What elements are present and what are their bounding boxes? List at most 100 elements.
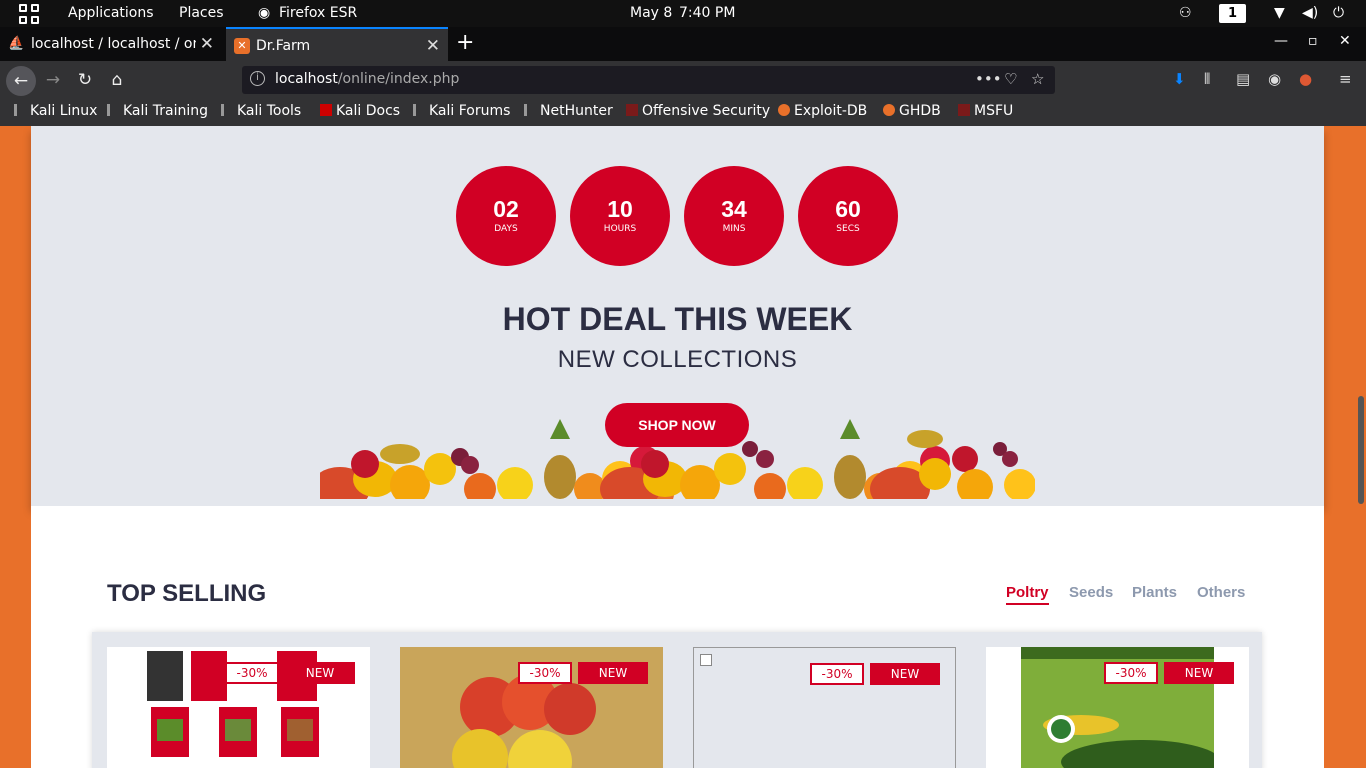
bookmark-kali-tools[interactable]: Kali Tools [221,103,301,119]
product-card[interactable]: -30% NEW [107,647,370,768]
volume-icon[interactable]: ◀) [1302,5,1318,21]
bookmark-nethunter[interactable]: NetHunter [524,103,613,119]
people-icon[interactable]: ⚇ [1179,5,1192,21]
nethunter-icon [524,104,536,116]
applications-menu[interactable]: Applications [68,5,154,21]
bookmark-exploit-db[interactable]: Exploit-DB [778,103,867,119]
xampp-icon: ✕ [234,38,250,54]
kali-icon [221,104,233,116]
close-tab-icon[interactable]: ✕ [426,36,440,56]
reload-icon[interactable]: ↻ [72,68,98,94]
countdown-value: 34 [721,196,747,222]
scrollbar-thumb[interactable] [1358,396,1364,504]
bookmark-kali-docs[interactable]: Kali Docs [320,103,400,119]
menu-icon[interactable]: ≡ [1339,70,1352,88]
bookmark-star-icon[interactable]: ☆ [1031,70,1044,88]
tab-drfarm[interactable]: ✕ Dr.Farm ✕ [226,27,448,61]
offsec-icon [626,104,638,116]
discount-badge: -30% [1104,662,1158,684]
new-badge: NEW [285,662,355,684]
shop-now-button[interactable]: SHOP NOW [605,403,749,447]
section-title: TOP SELLING [107,580,267,607]
phpmyadmin-icon: ⛵ [8,36,25,51]
tab-label: Dr.Farm [256,38,311,54]
countdown-mins: 34 Mins [684,166,784,266]
bookmarks-toolbar: Kali Linux Kali Training Kali Tools Kali… [0,99,1366,126]
places-menu[interactable]: Places [179,5,224,21]
hot-deal-section: 02 Days 10 Hours 34 Mins 60 Secs HOT DEA… [31,126,1324,506]
browser-menu[interactable]: Firefox ESR [279,5,357,21]
library-icon[interactable]: ⫴ [1204,70,1210,88]
bookmark-kali-training[interactable]: Kali Training [107,103,208,119]
countdown-hours: 10 Hours [570,166,670,266]
navigation-bar: ← → ↻ ⌂ i localhost/online/index.php •••… [0,61,1366,99]
kali-icon [14,104,26,116]
wifi-icon[interactable]: ▼ [1274,5,1285,21]
countdown-value: 60 [835,196,861,222]
bookmark-msfu[interactable]: MSFU [958,103,1013,119]
page-scrollbar[interactable] [1356,126,1366,768]
new-tab-icon[interactable]: + [456,30,474,55]
countdown-secs: 60 Secs [798,166,898,266]
ghdb-icon [883,104,895,116]
product-card[interactable]: -30% NEW [400,647,663,768]
broken-image-icon [700,654,712,666]
minimize-icon[interactable]: — [1274,33,1288,49]
discount-badge: -30% [225,662,279,684]
countdown-value: 02 [493,196,519,222]
countdown-value: 10 [607,196,633,222]
info-icon[interactable]: i [250,71,265,86]
product-card[interactable]: -30% NEW [986,647,1249,768]
bookmark-offensive-security[interactable]: Offensive Security [626,103,770,119]
product-card[interactable]: -30% NEW [693,647,956,768]
tab-bar: ⛵ localhost / localhost / onli ✕ ✕ Dr.Fa… [0,27,1366,61]
time-label[interactable]: 7:40 PM [679,5,735,21]
countdown-unit: Days [494,224,518,234]
bookmark-ghdb[interactable]: GHDB [883,103,941,119]
download-icon[interactable]: ⬇ [1173,70,1186,88]
power-icon[interactable]: ⏻ [1333,5,1344,21]
system-top-bar: Applications Places ◉ Firefox ESR May 8 … [0,0,1366,27]
home-icon[interactable]: ⌂ [104,68,130,94]
countdown-unit: Secs [836,224,860,234]
more-actions-icon[interactable]: ••• [975,70,1002,88]
maximize-icon[interactable]: ▫ [1308,33,1318,49]
tab-plants[interactable]: Plants [1132,584,1177,601]
kali-icon [107,104,119,116]
pocket-icon[interactable]: ♡ [1004,70,1017,88]
account-icon[interactable]: ◉ [1268,70,1281,88]
kali-icon [413,104,425,116]
sidebar-icon[interactable]: ▤ [1236,70,1250,88]
countdown-days: 02 Days [456,166,556,266]
apps-grid-icon[interactable] [19,4,39,24]
tab-poltry[interactable]: Poltry [1006,584,1049,605]
web-page: 02 Days 10 Hours 34 Mins 60 Secs HOT DEA… [0,126,1366,768]
countdown-unit: Mins [722,224,746,234]
docs-icon [320,104,332,116]
url-text[interactable]: localhost/online/index.php [275,71,459,87]
tab-seeds[interactable]: Seeds [1069,584,1113,601]
date-label[interactable]: May 8 [630,5,672,21]
bookmark-kali-linux[interactable]: Kali Linux [14,103,97,119]
tab-label: localhost / localhost / onli [31,36,196,52]
offsec-icon [958,104,970,116]
deal-subtitle: NEW COLLECTIONS [557,346,798,373]
deal-title: HOT DEAL THIS WEEK [502,301,853,337]
discount-badge: -30% [810,663,864,685]
url-bar[interactable]: i localhost/online/index.php ••• ♡ ☆ [242,66,1055,94]
window-close-icon[interactable]: ✕ [1339,33,1351,49]
forward-icon[interactable]: → [40,68,66,94]
product-grid: -30% NEW -30% NEW -30% NEW -30% NEW [92,632,1262,768]
discount-badge: -30% [518,662,572,684]
new-badge: NEW [1164,662,1234,684]
workspace-indicator[interactable]: 1 [1219,4,1246,23]
duckduckgo-icon[interactable]: ● [1299,70,1312,88]
bookmark-kali-forums[interactable]: Kali Forums [413,103,510,119]
back-icon[interactable]: ← [6,66,36,96]
exploitdb-icon [778,104,790,116]
tab-phpmyadmin[interactable]: ⛵ localhost / localhost / onli ✕ [0,27,222,61]
countdown-unit: Hours [603,224,637,234]
close-tab-icon[interactable]: ✕ [200,34,214,54]
new-badge: NEW [870,663,940,685]
tab-others[interactable]: Others [1197,584,1245,601]
